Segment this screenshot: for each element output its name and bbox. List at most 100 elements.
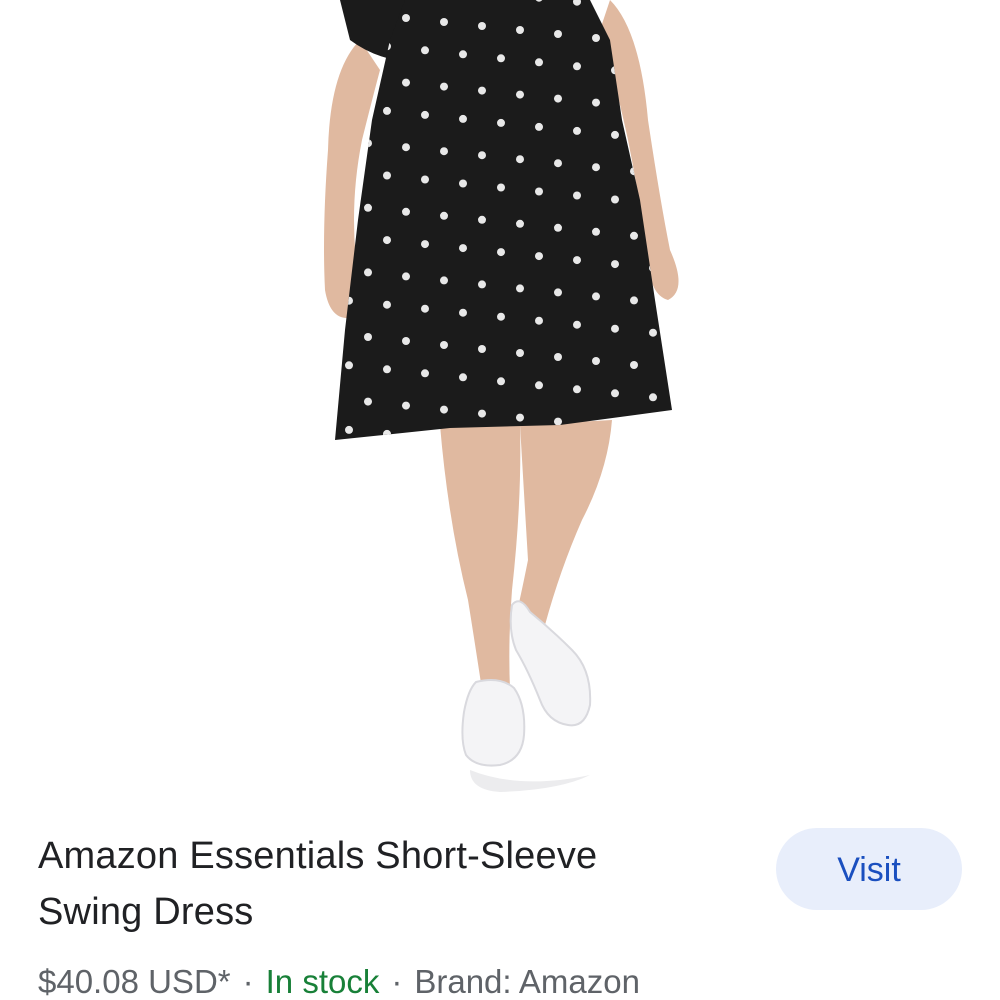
dress-photo — [250, 0, 771, 792]
polka-dot — [611, 454, 619, 462]
polka-dot — [706, 111, 714, 119]
polka-dot — [763, 147, 771, 155]
left-sneaker — [461, 679, 526, 767]
polka-dot — [288, 390, 296, 398]
visit-button[interactable]: Visit — [776, 828, 962, 910]
polka-dot — [459, 308, 467, 317]
polka-dot — [592, 357, 600, 365]
polka-dot — [364, 139, 372, 148]
polka-dot — [288, 67, 296, 75]
polka-dot — [744, 50, 752, 58]
polka-dot — [592, 163, 600, 172]
polka-dot — [421, 110, 429, 119]
product-image[interactable] — [0, 0, 1000, 800]
polka-dot — [535, 122, 543, 131]
polka-dot — [440, 147, 448, 156]
polka-dot — [763, 405, 771, 413]
polka-dot — [687, 204, 695, 212]
product-meta-row: $40.08 USD* · In stock · Brand: Amazon — [38, 960, 640, 1000]
polka-dot — [592, 34, 600, 42]
polka-dot — [421, 46, 429, 55]
polka-dot — [402, 337, 410, 345]
polka-dot — [763, 470, 771, 478]
polka-dot — [459, 244, 467, 253]
polka-dot — [763, 341, 771, 349]
polka-dot — [497, 377, 505, 386]
polka-dot — [706, 46, 714, 54]
polka-dot — [611, 260, 619, 269]
polka-dot — [478, 86, 486, 95]
polka-dot — [668, 171, 672, 180]
stock-status: In stock — [265, 963, 380, 1000]
polka-dot — [307, 293, 315, 301]
polka-dot — [402, 207, 410, 216]
separator: · — [391, 963, 403, 1000]
polka-dot — [250, 127, 258, 135]
polka-dot — [516, 284, 524, 293]
polka-dot — [307, 357, 315, 365]
right-leg — [515, 420, 612, 625]
left-leg — [440, 425, 521, 690]
polka-dot — [706, 175, 714, 183]
polka-dot — [611, 324, 619, 333]
polka-dot — [421, 433, 429, 440]
polka-dot — [269, 418, 277, 426]
polka-dot — [383, 429, 391, 438]
polka-dot — [269, 353, 277, 361]
polka-dot — [592, 227, 600, 236]
product-title[interactable]: Amazon Essentials Short-Sleeve Swing Dre… — [38, 828, 738, 940]
polka-dot — [573, 256, 581, 265]
polka-dot — [611, 389, 619, 398]
polka-dot — [288, 196, 296, 204]
polka-dot — [288, 260, 296, 268]
polka-dot — [364, 333, 372, 341]
polka-dot — [307, 34, 315, 42]
polka-dot — [687, 74, 695, 82]
polka-dot — [687, 10, 695, 18]
polka-dot — [630, 231, 638, 240]
polka-dot — [573, 320, 581, 329]
polka-dot — [383, 365, 391, 374]
polka-dot — [478, 280, 486, 289]
polka-dot — [402, 272, 410, 281]
polka-dot — [478, 215, 486, 224]
polka-dot — [706, 369, 714, 377]
polka-dot — [516, 413, 524, 422]
polka-dot — [630, 361, 638, 369]
polka-dot — [250, 321, 258, 329]
polka-dot — [687, 139, 695, 147]
polka-dot — [592, 98, 600, 107]
polka-dot — [687, 397, 695, 405]
polka-dot — [288, 325, 296, 333]
polka-dot — [440, 18, 448, 26]
brand: Brand: Amazon — [414, 963, 640, 1000]
polka-dot — [364, 397, 372, 406]
polka-dot — [744, 179, 752, 187]
polka-dot — [554, 223, 562, 232]
polka-dot — [573, 126, 581, 135]
polka-dot — [497, 312, 505, 321]
polka-dot — [763, 276, 771, 284]
polka-dot — [535, 316, 543, 325]
polka-dot — [269, 224, 277, 232]
polka-dot — [345, 425, 353, 434]
polka-dot — [744, 373, 752, 381]
polka-dot — [307, 164, 315, 172]
polka-dot — [459, 179, 467, 188]
polka-dot — [250, 192, 258, 200]
sneaker-shadow — [470, 770, 590, 792]
polka-dot — [383, 236, 391, 245]
polka-dot — [516, 349, 524, 357]
polka-dot — [421, 240, 429, 249]
product-title-line-1: Amazon Essentials Short-Sleeve — [38, 835, 598, 877]
polka-dot — [497, 118, 505, 127]
polka-dot — [459, 50, 467, 59]
polka-dot — [364, 268, 372, 277]
polka-dot — [725, 208, 733, 216]
polka-dot — [554, 30, 562, 38]
polka-dot — [459, 114, 467, 123]
polka-dot — [668, 365, 672, 373]
polka-dot — [649, 5, 657, 14]
polka-dot — [497, 54, 505, 63]
polka-dot — [364, 203, 372, 212]
